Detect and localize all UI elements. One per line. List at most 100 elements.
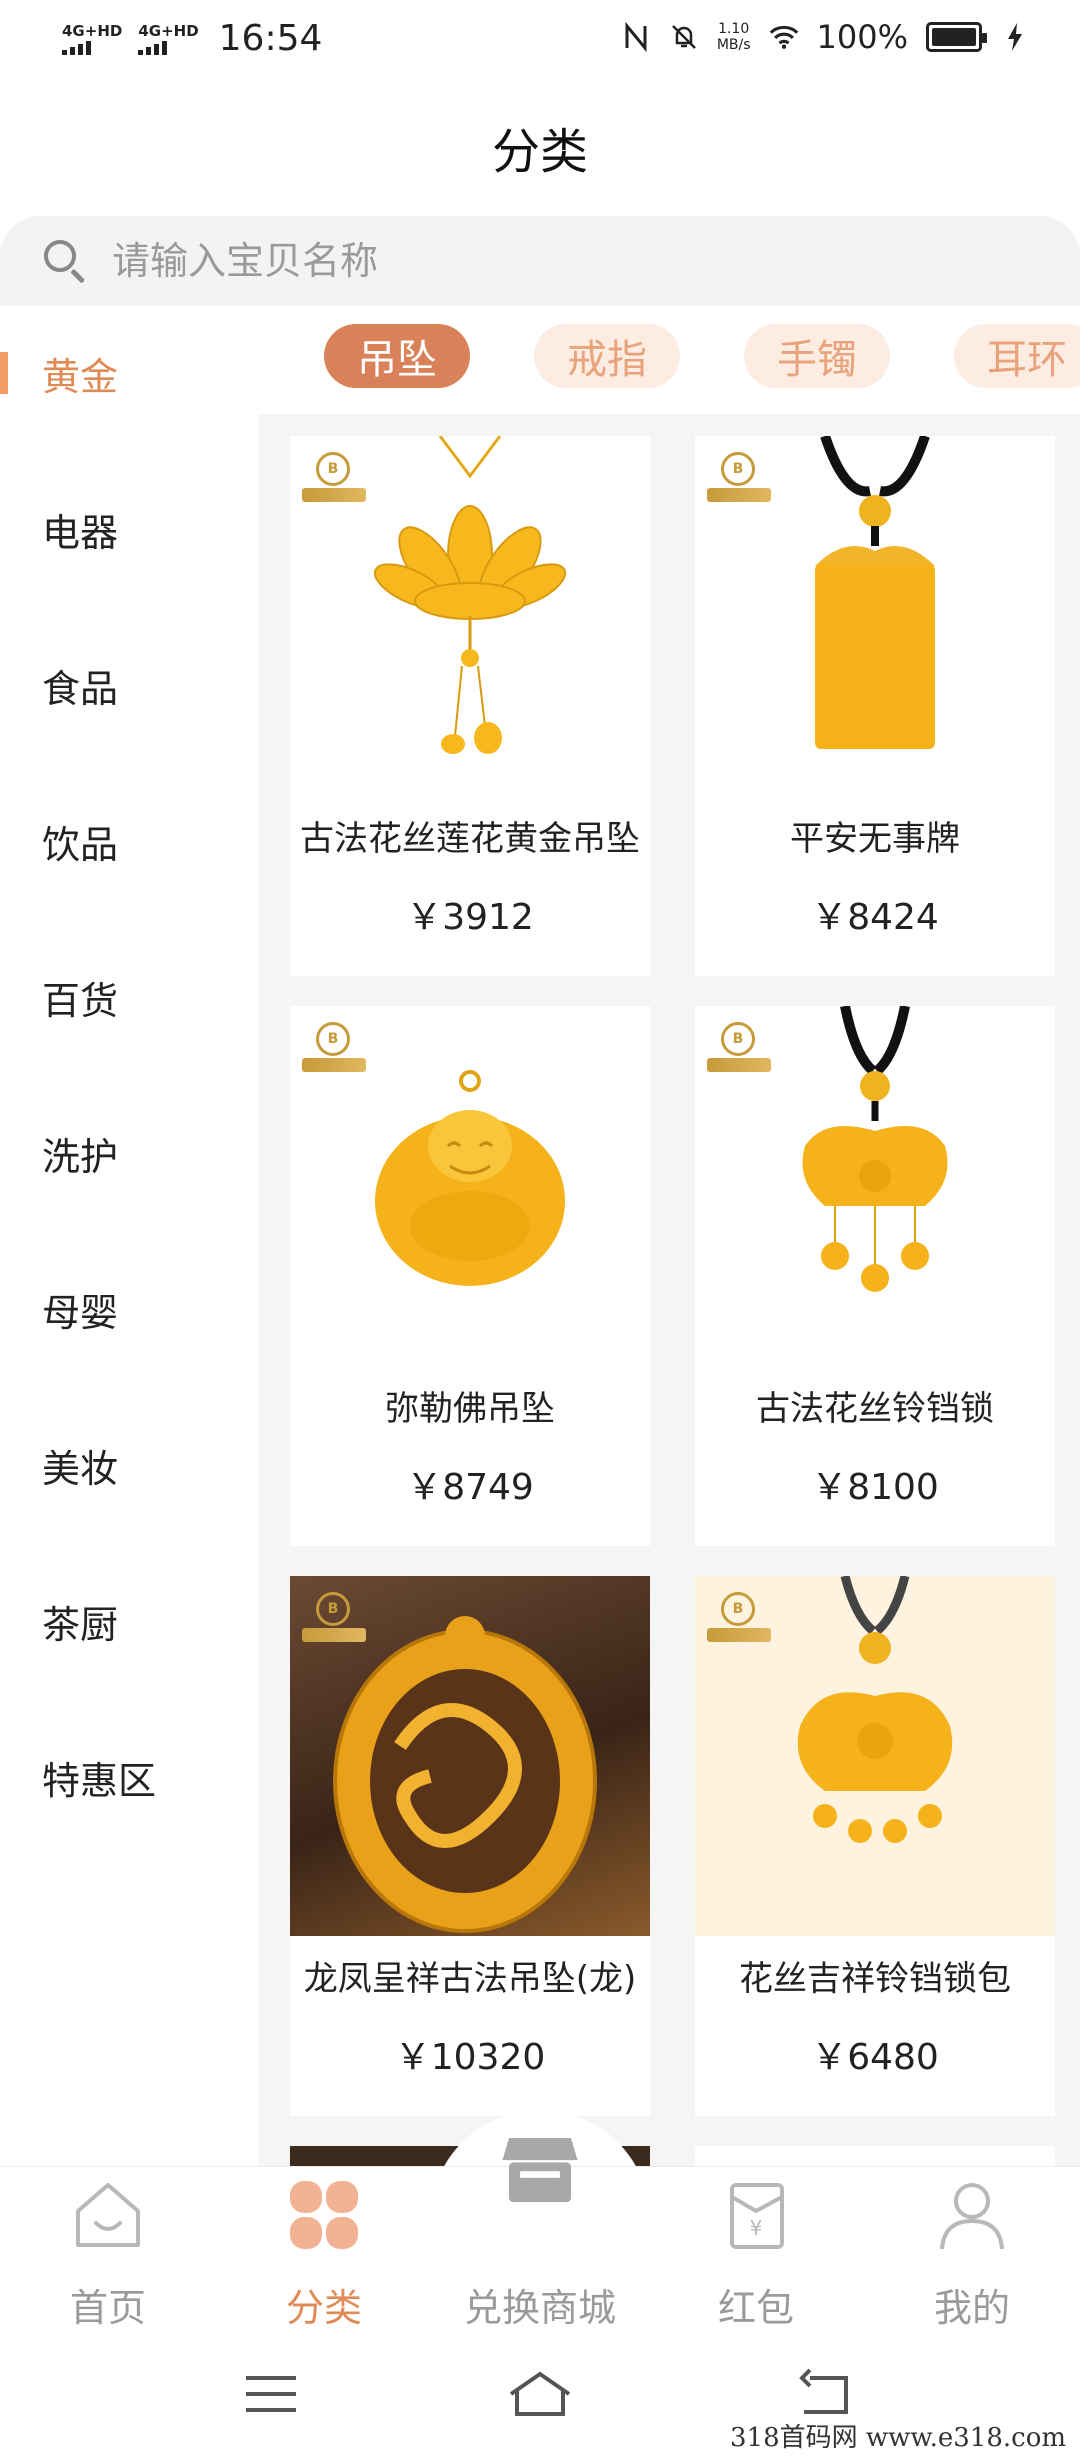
battery-icon: [926, 22, 987, 52]
product-name: 古法花丝莲花黄金吊坠: [300, 819, 640, 859]
status-bar: 4G+HD 4G+HD 16:54 1.10 MB/s 100%: [0, 0, 1080, 80]
product-image: B: [695, 436, 1055, 796]
sidebar-item-label: 茶厨: [42, 1602, 119, 1647]
clock: 16:54: [218, 18, 323, 59]
home-icon: [76, 2183, 140, 2247]
tab-label: 兑换商城: [463, 2286, 616, 2330]
sidebar-item-food[interactable]: 食品: [0, 650, 258, 720]
brand-logo-icon: B: [707, 1022, 771, 1078]
tab-pendant[interactable]: 吊坠: [324, 324, 470, 388]
product-image: B: [290, 1576, 650, 1936]
product-area: 吊坠 戒指 手镯 耳环 B 古法花丝莲花黄金吊坠 ￥3912 B 平安无事牌 ￥…: [258, 306, 1080, 2166]
sidebar-item-appliances[interactable]: 电器: [0, 494, 258, 564]
signal-1: 4G+HD: [62, 23, 122, 55]
product-name: 花丝吉祥铃铛锁包: [739, 1959, 1011, 1999]
product-name: 龙凤呈祥古法吊坠(龙): [303, 1959, 637, 1999]
sidebar-item-label: 百货: [42, 978, 119, 1023]
product-card[interactable]: B 古法花丝莲花黄金吊坠 ￥3912: [290, 436, 650, 976]
product-name: 弥勒佛吊坠: [385, 1389, 555, 1429]
sidebar-item-specials[interactable]: 特惠区: [0, 1742, 258, 1812]
product-price: ￥10320: [394, 2037, 546, 2078]
product-price: ￥8100: [811, 1467, 939, 1508]
product-card[interactable]: B 古法花丝铃铛锁 ￥8100: [695, 1006, 1055, 1546]
sidebar-item-drinks[interactable]: 饮品: [0, 806, 258, 876]
product-image: B: [695, 1576, 1055, 1936]
red-packet-icon: ¥: [730, 2183, 784, 2249]
product-image: B: [290, 1006, 650, 1366]
product-name: 平安无事牌: [790, 819, 960, 859]
sidebar-item-label: 饮品: [42, 822, 119, 867]
brand-logo-icon: B: [302, 1592, 366, 1648]
product-card[interactable]: B 花丝吉祥铃铛锁包 ￥6480: [695, 1576, 1055, 2116]
tab-label: 首页: [69, 2286, 146, 2330]
product-price: ￥3912: [406, 897, 534, 938]
tab-label: 我的: [933, 2286, 1010, 2330]
profile-icon: [940, 2183, 1004, 2250]
product-image: B: [290, 436, 650, 796]
signal-bars-icon: [138, 39, 168, 55]
product-card[interactable]: B 平安无事牌 ￥8424: [695, 436, 1055, 976]
sidebar-item-label: 电器: [42, 510, 119, 555]
tab-earring[interactable]: 耳环: [954, 324, 1080, 388]
speed-unit: MB/s: [716, 37, 751, 53]
product-card-partial[interactable]: [695, 2146, 1055, 2166]
sidebar-item-label: 特惠区: [42, 1758, 157, 1803]
home-nav-icon[interactable]: [505, 2364, 575, 2424]
network-label-2: 4G+HD: [138, 21, 199, 40]
search-input[interactable]: [112, 239, 912, 283]
menu-icon[interactable]: [236, 2364, 306, 2424]
sidebar-item-personal-care[interactable]: 洗护: [0, 1118, 258, 1188]
sidebar-item-label: 母婴: [42, 1290, 119, 1335]
product-price: ￥8424: [811, 897, 939, 938]
brand-logo-icon: B: [302, 452, 366, 508]
speed-value: 1.10: [718, 21, 750, 37]
tab-red-packet[interactable]: ¥ 红包: [648, 2167, 864, 2337]
sidebar-item-label: 洗护: [42, 1134, 119, 1179]
search-icon: [42, 238, 88, 284]
tab-category[interactable]: 分类: [216, 2167, 432, 2337]
tab-profile[interactable]: 我的: [864, 2167, 1080, 2337]
wifi-icon: [769, 20, 799, 54]
category-icon: [290, 2181, 358, 2249]
product-image: B: [695, 1006, 1055, 1366]
tab-bracelet[interactable]: 手镯: [744, 324, 890, 388]
tab-ring[interactable]: 戒指: [534, 324, 680, 388]
signal-2: 4G+HD: [138, 21, 199, 55]
category-sidebar: 黄金 电器 食品 饮品 百货 洗护 母婴 美妆 茶厨 特惠区: [0, 306, 258, 2166]
tab-label: 红包: [717, 2286, 794, 2330]
battery-percent: 100%: [816, 18, 908, 56]
signal-bars-icon: [62, 39, 91, 55]
sidebar-item-gold[interactable]: 黄金: [0, 338, 258, 408]
back-icon[interactable]: [790, 2364, 860, 2424]
sidebar-item-label: 黄金: [42, 354, 119, 399]
product-card[interactable]: B 龙凤呈祥古法吊坠(龙) ￥10320: [290, 1576, 650, 2116]
network-speed: 1.10 MB/s: [717, 21, 751, 53]
tab-home[interactable]: 首页: [0, 2167, 216, 2337]
product-price: ￥8749: [406, 1467, 534, 1508]
watermark: 318首码网 www.e318.com: [724, 2417, 1072, 2454]
tab-exchange-mall[interactable]: 兑换商城: [432, 2138, 648, 2337]
product-name: 古法花丝铃铛锁: [756, 1389, 994, 1429]
store-icon: [502, 2138, 578, 2203]
brand-logo-icon: B: [302, 1022, 366, 1078]
sidebar-item-label: 食品: [42, 666, 119, 711]
sidebar-item-beauty[interactable]: 美妆: [0, 1430, 258, 1500]
product-card[interactable]: B 弥勒佛吊坠 ￥8749: [290, 1006, 650, 1546]
bottom-tab-bar: 首页 分类 兑换商城 ¥ 红包 我的: [0, 2138, 1080, 2337]
brand-logo-icon: B: [707, 452, 771, 508]
nfc-icon: [621, 20, 651, 54]
svg-text:¥: ¥: [750, 2216, 763, 2240]
sidebar-item-label: 美妆: [42, 1446, 119, 1491]
product-price: ￥6480: [811, 2037, 939, 2078]
tab-label: 分类: [285, 2286, 362, 2330]
sidebar-item-general-goods[interactable]: 百货: [0, 962, 258, 1032]
subcategory-tabs: 吊坠 戒指 手镯 耳环: [258, 306, 1080, 414]
page-title: 分类: [491, 124, 588, 180]
sidebar-item-baby[interactable]: 母婴: [0, 1274, 258, 1344]
search-bar[interactable]: [0, 216, 1080, 306]
charging-icon: [1000, 20, 1030, 54]
mute-icon: [669, 20, 699, 54]
brand-logo-icon: B: [707, 1592, 771, 1648]
sidebar-item-tea-kitchen[interactable]: 茶厨: [0, 1586, 258, 1656]
network-label-1: 4G+HD: [62, 21, 123, 40]
